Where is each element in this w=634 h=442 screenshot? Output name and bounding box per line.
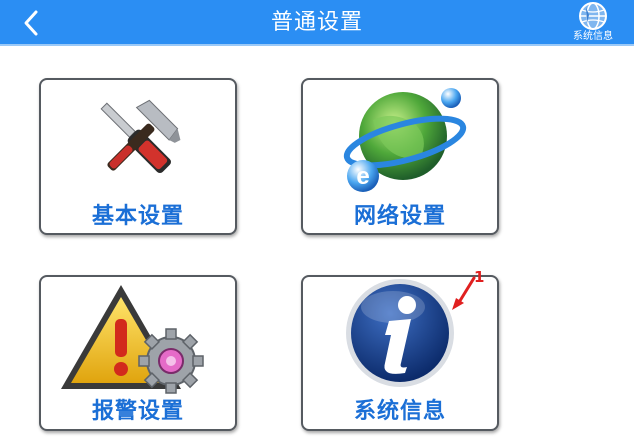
globe-icon <box>579 2 607 30</box>
svg-text:e: e <box>356 163 369 190</box>
tile-basic-settings[interactable]: 基本设置 <box>39 78 237 235</box>
tile-label-system-info: 系统信息 <box>353 399 446 424</box>
tile-alarm-settings[interactable]: 报警设置 <box>39 275 237 431</box>
network-globe-icon: e <box>343 88 467 192</box>
tile-label-alarm-settings: 报警设置 <box>91 399 184 424</box>
page-title: 普通设置 <box>270 10 363 35</box>
annotation-number: 1 <box>474 268 485 286</box>
warning-icon <box>61 285 204 394</box>
tile-label-network-settings: 网络设置 <box>353 204 446 229</box>
tile-label-basic-settings: 基本设置 <box>91 204 184 229</box>
tile-network-settings[interactable]: e 网络设置 <box>301 78 499 235</box>
header-bar: 普通设置 系统信息 <box>0 0 634 46</box>
system-info-button[interactable]: 系统信息 <box>566 0 620 46</box>
tools-icon <box>100 99 181 173</box>
system-info-label: 系统信息 <box>573 31 613 42</box>
